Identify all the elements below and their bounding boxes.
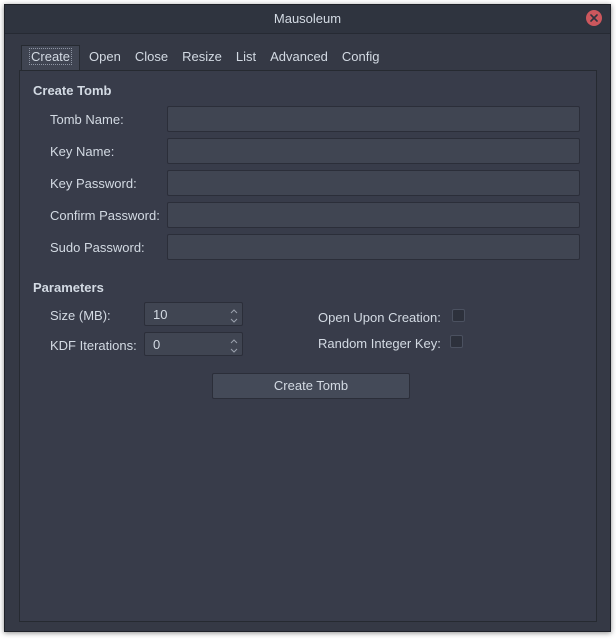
tab-advanced[interactable]: Advanced [263,45,335,69]
app-window: Mausoleum Create Open Close Resize List … [4,4,611,632]
confirm-password-label: Confirm Password: [50,208,160,223]
random-integer-key-label: Random Integer Key: [318,336,441,351]
key-name-input[interactable] [167,138,580,164]
tab-close[interactable]: Close [128,45,175,69]
kdf-increment[interactable] [227,334,241,344]
tomb-name-label: Tomb Name: [50,112,124,127]
kdf-label: KDF Iterations: [50,338,137,353]
size-spinbox[interactable] [144,302,243,326]
tab-open[interactable]: Open [82,45,128,69]
key-name-label: Key Name: [50,144,115,159]
close-button[interactable] [586,10,602,26]
kdf-spinbox[interactable] [144,332,243,356]
confirm-password-input[interactable] [167,202,580,228]
size-input[interactable] [145,303,239,325]
key-password-input[interactable] [167,170,580,196]
tab-resize[interactable]: Resize [175,45,229,69]
parameters-heading: Parameters [33,280,104,295]
tab-bar: Create Open Close Resize List Advanced C… [19,45,386,71]
create-panel: Create Tomb Tomb Name: Key Name: Key Pas… [19,70,597,622]
tab-config[interactable]: Config [335,45,387,69]
kdf-input[interactable] [145,333,239,355]
close-icon [590,14,598,22]
tomb-name-input[interactable] [167,106,580,132]
create-tomb-heading: Create Tomb [33,83,112,98]
random-integer-key-checkbox[interactable] [450,335,463,348]
size-decrement[interactable] [227,314,241,324]
kdf-decrement[interactable] [227,344,241,354]
sudo-password-label: Sudo Password: [50,240,145,255]
tab-create[interactable]: Create [21,45,81,70]
create-tomb-button[interactable]: Create Tomb [212,373,410,399]
open-upon-creation-checkbox[interactable] [452,309,465,322]
chevron-down-icon [230,318,238,323]
open-upon-creation-label: Open Upon Creation: [318,310,441,325]
window-title: Mausoleum [273,11,342,26]
sudo-password-input[interactable] [167,234,580,260]
size-label: Size (MB): [50,308,111,323]
titlebar: Mausoleum [5,5,610,34]
tab-list[interactable]: List [229,45,263,69]
key-password-label: Key Password: [50,176,137,191]
size-increment[interactable] [227,304,241,314]
chevron-down-icon [230,348,238,353]
